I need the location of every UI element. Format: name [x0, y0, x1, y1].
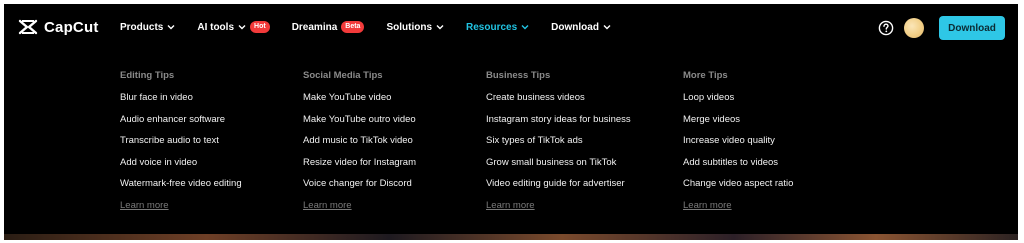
download-button[interactable]: Download: [939, 16, 1005, 40]
menu-link[interactable]: Increase video quality: [683, 135, 793, 149]
column-title: Social Media Tips: [303, 70, 383, 81]
menu-link[interactable]: Six types of TikTok ads: [486, 135, 631, 149]
menu-link[interactable]: Add subtitles to videos: [683, 157, 793, 171]
menu-link[interactable]: Loop videos: [683, 92, 793, 106]
learn-more-link[interactable]: Learn more: [303, 200, 416, 211]
menu-link[interactable]: Voice changer for Discord: [303, 178, 416, 192]
menu-link[interactable]: Make YouTube video: [303, 92, 416, 106]
menu-column-more-tips: More Tips Loop videos Merge videos Incre…: [683, 70, 793, 211]
menu-link[interactable]: Instagram story ideas for business: [486, 114, 631, 128]
chevron-down-icon: [603, 25, 611, 30]
background-image-strip: [4, 234, 1018, 240]
menu-link[interactable]: Grow small business on TikTok: [486, 157, 631, 171]
menu-column-social-media-tips: Social Media Tips Make YouTube video Mak…: [303, 70, 416, 211]
brand-name: CapCut: [44, 18, 99, 36]
question-circle-icon[interactable]: [878, 20, 894, 36]
nav-solutions-label: Solutions: [386, 21, 433, 33]
chevron-down-icon: [238, 25, 246, 30]
menu-link[interactable]: Resize video for Instagram: [303, 157, 416, 171]
menu-link[interactable]: Add music to TikTok video: [303, 135, 416, 149]
brand-logo[interactable]: CapCut: [18, 16, 99, 38]
chevron-down-icon: [167, 25, 175, 30]
nav-ai-tools[interactable]: AI tools Hot: [197, 21, 270, 33]
chevron-down-icon: [436, 25, 444, 30]
column-title: Editing Tips: [120, 70, 175, 81]
menu-link[interactable]: Add voice in video: [120, 157, 242, 171]
menu-link[interactable]: Watermark-free video editing: [120, 178, 242, 192]
nav-dreamina-label: Dreamina: [291, 21, 338, 33]
learn-more-link[interactable]: Learn more: [683, 200, 793, 211]
hot-badge: Hot: [250, 21, 270, 33]
menu-link[interactable]: Create business videos: [486, 92, 631, 106]
nav-dreamina[interactable]: Dreamina Beta: [292, 21, 365, 33]
menu-link[interactable]: Merge videos: [683, 114, 793, 128]
nav-download-label: Download: [551, 21, 599, 33]
nav-resources[interactable]: Resources: [466, 22, 529, 33]
page-frame: CapCut Products AI tools Hot Dreamina Be…: [4, 4, 1018, 240]
nav-products-label: Products: [120, 21, 164, 33]
column-title: More Tips: [683, 70, 728, 81]
chevron-down-icon: [521, 25, 529, 30]
main-nav: Products AI tools Hot Dreamina Beta Solu…: [120, 18, 633, 36]
beta-badge: Beta: [341, 21, 365, 33]
nav-ai-tools-label: AI tools: [197, 21, 235, 33]
capcut-logo-icon: [18, 18, 38, 36]
menu-column-business-tips: Business Tips Create business videos Ins…: [486, 70, 631, 211]
resources-mega-menu: Editing Tips Blur face in video Audio en…: [4, 50, 1018, 234]
menu-link[interactable]: Blur face in video: [120, 92, 242, 106]
menu-link[interactable]: Change video aspect ratio: [683, 178, 793, 192]
menu-link[interactable]: Make YouTube outro video: [303, 114, 416, 128]
learn-more-link[interactable]: Learn more: [486, 200, 631, 211]
column-title: Business Tips: [486, 70, 551, 81]
menu-link[interactable]: Video editing guide for advertiser: [486, 178, 631, 192]
nav-products[interactable]: Products: [120, 22, 175, 33]
learn-more-link[interactable]: Learn more: [120, 200, 242, 211]
menu-link[interactable]: Transcribe audio to text: [120, 135, 242, 149]
top-navigation-bar: CapCut Products AI tools Hot Dreamina Be…: [4, 4, 1018, 50]
user-avatar[interactable]: [904, 18, 924, 38]
menu-link[interactable]: Audio enhancer software: [120, 114, 242, 128]
menu-column-editing-tips: Editing Tips Blur face in video Audio en…: [120, 70, 242, 211]
nav-resources-label: Resources: [466, 21, 518, 33]
nav-download[interactable]: Download: [551, 22, 611, 33]
nav-solutions[interactable]: Solutions: [386, 22, 444, 33]
